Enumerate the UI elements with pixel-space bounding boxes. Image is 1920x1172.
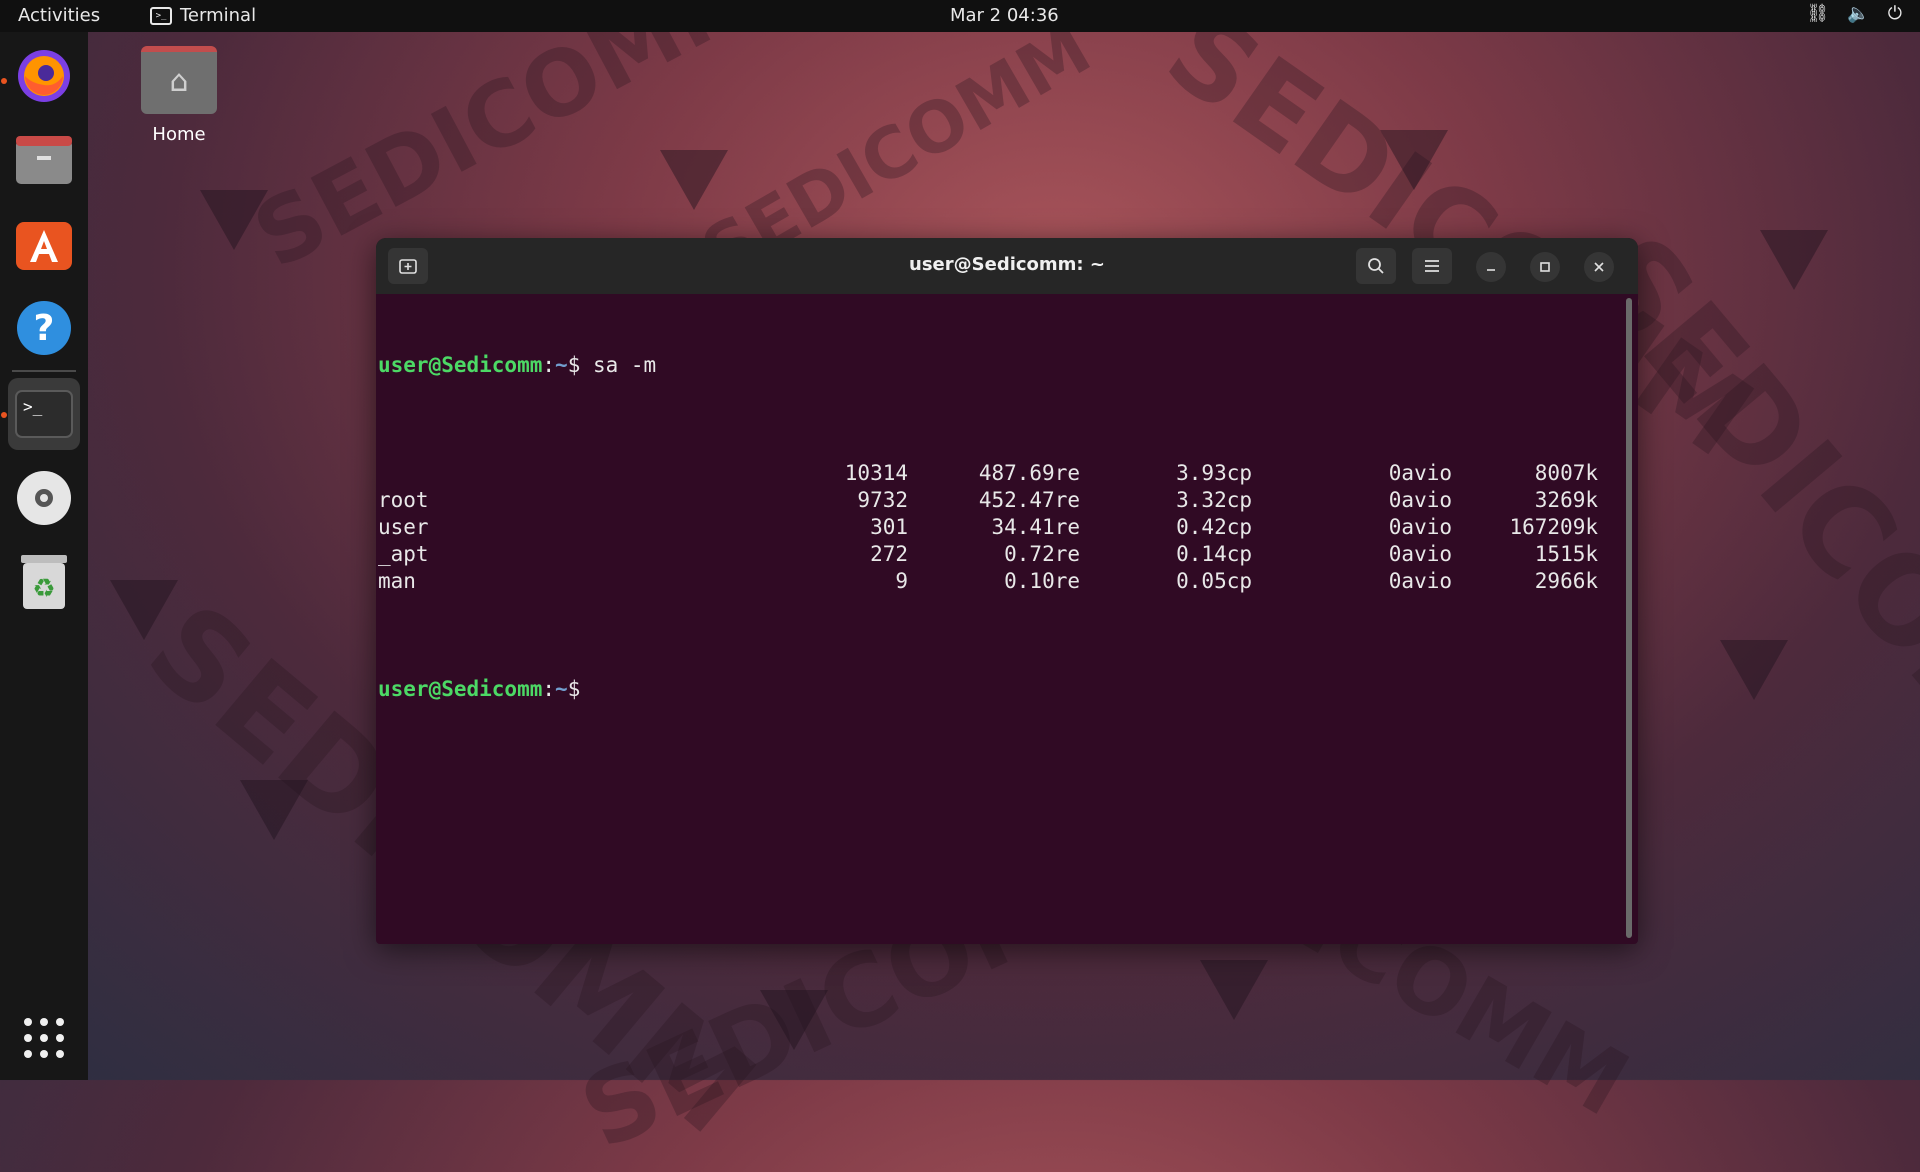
maximize-icon[interactable]	[1530, 252, 1560, 282]
prompt-path: ~	[555, 353, 568, 377]
prompt-user: user@Sedicomm	[378, 677, 543, 701]
output-cell-name: man	[378, 569, 416, 593]
volume-icon[interactable]: 🔈	[1847, 3, 1869, 24]
app-menu[interactable]: >_ Terminal	[150, 5, 256, 26]
output-cell-mem: 1515k	[1534, 542, 1598, 566]
output-cell-cp: 0.42cp	[1176, 515, 1252, 539]
output-cell-re: 0.72re	[1004, 542, 1080, 566]
command-line: user@Sedicomm:~$ sa -m	[378, 352, 1618, 379]
output-row: man 9 0.10re 0.05cp 0avio 2966k	[378, 568, 1618, 595]
output-cell-calls: 301	[870, 515, 908, 539]
output-cell-mem: 2966k	[1534, 569, 1598, 593]
app-menu-label: Terminal	[180, 5, 257, 26]
terminal-icon: >_	[150, 6, 172, 25]
current-prompt-line[interactable]: user@Sedicomm:~$	[378, 676, 1618, 703]
output-cell-cp: 3.93cp	[1176, 461, 1252, 485]
running-indicator	[1, 412, 7, 418]
output-cell-re: 0.10re	[1004, 569, 1080, 593]
output-cell-avio: 0avio	[1388, 461, 1452, 485]
prompt-separator: :	[542, 353, 556, 377]
output-cell-avio: 0avio	[1388, 542, 1452, 566]
output-cell-mem: 3269k	[1534, 488, 1598, 512]
prompt-dollar: $	[567, 353, 581, 377]
output-cell-name: root	[378, 488, 429, 512]
dock-separator	[12, 370, 76, 372]
output-cell-calls: 9732	[857, 488, 908, 512]
minimize-icon[interactable]	[1476, 252, 1506, 282]
power-icon[interactable]: ⏻	[1888, 3, 1902, 24]
trash-icon[interactable]: ♻	[8, 546, 80, 618]
desktop-home-label: Home	[152, 124, 206, 145]
terminal-icon[interactable]: >_	[8, 378, 80, 450]
output-cell-re: 452.47re	[978, 488, 1080, 512]
output-cell-cp: 0.05cp	[1176, 569, 1252, 593]
home-folder-icon: ⌂	[141, 46, 217, 114]
close-icon[interactable]	[1584, 252, 1614, 282]
output-cell-cp: 3.32cp	[1176, 488, 1252, 512]
output-row: 10314 487.69re 3.93cp 0avio 8007k	[378, 460, 1618, 487]
prompt-dollar: $	[567, 677, 581, 701]
output-cell-re: 34.41re	[991, 515, 1080, 539]
output-cell-name: user	[378, 515, 429, 539]
svg-text:>_: >_	[23, 397, 43, 416]
clock[interactable]: Mar 2 04:36	[950, 5, 1059, 26]
prompt-path: ~	[555, 677, 568, 701]
hamburger-menu-icon[interactable]	[1412, 248, 1452, 284]
system-tray[interactable]: ⛓ 🔈 ⏻	[1806, 3, 1902, 24]
terminal-scrollbar[interactable]	[1626, 298, 1632, 938]
terminal-output[interactable]: user@Sedicomm:~$ sa -m 10314 487.69re 3.93…	[378, 298, 1618, 938]
output-cell-avio: 0avio	[1388, 488, 1452, 512]
terminal-titlebar[interactable]: user@Sedicomm: ~	[376, 238, 1638, 294]
help-icon[interactable]: ?	[8, 292, 80, 364]
command-text: sa -m	[580, 353, 657, 377]
app-grid-icon[interactable]	[8, 1002, 80, 1074]
disc-icon[interactable]	[8, 462, 80, 534]
dock: ? >_ ♻	[0, 32, 88, 1080]
output-cell-avio: 0avio	[1388, 569, 1452, 593]
output-cell-mem: 8007k	[1534, 461, 1598, 485]
prompt-user: user@Sedicomm	[378, 353, 543, 377]
output-cell-calls: 9	[895, 569, 908, 593]
files-icon[interactable]	[8, 124, 80, 196]
output-row: user 301 34.41re 0.42cp 0avio 167209k	[378, 514, 1618, 541]
output-cell-name: _apt	[378, 542, 429, 566]
output-cell-calls: 10314	[844, 461, 908, 485]
output-cell-mem: 167209k	[1509, 515, 1598, 539]
output-row: _apt 272 0.72re 0.14cp 0avio 1515k	[378, 541, 1618, 568]
prompt-separator: :	[542, 677, 556, 701]
network-icon[interactable]: ⛓	[1806, 3, 1829, 24]
activities-button[interactable]: Activities	[18, 5, 100, 26]
sa-output-table: 10314 487.69re 3.93cp 0avio 8007k root 9732 452…	[378, 460, 1618, 595]
svg-text:♻: ♻	[32, 574, 55, 604]
output-cell-re: 487.69re	[978, 461, 1080, 485]
output-cell-cp: 0.14cp	[1176, 542, 1252, 566]
running-indicator	[1, 78, 7, 84]
search-icon[interactable]	[1356, 248, 1396, 284]
output-row: root 9732 452.47re 3.32cp 0avio 3269k	[378, 487, 1618, 514]
output-cell-calls: 272	[870, 542, 908, 566]
terminal-window[interactable]: user@Sedicomm: ~ user@Sedicomm:~$ sa -m …	[376, 238, 1638, 944]
output-cell-avio: 0avio	[1388, 515, 1452, 539]
top-bar: Activities >_ Terminal Mar 2 04:36 ⛓ 🔈 ⏻	[0, 0, 1920, 32]
desktop-home-folder[interactable]: ⌂ Home	[138, 46, 220, 145]
svg-text:?: ?	[34, 308, 55, 349]
firefox-icon[interactable]	[8, 40, 80, 112]
software-icon[interactable]	[8, 208, 80, 280]
